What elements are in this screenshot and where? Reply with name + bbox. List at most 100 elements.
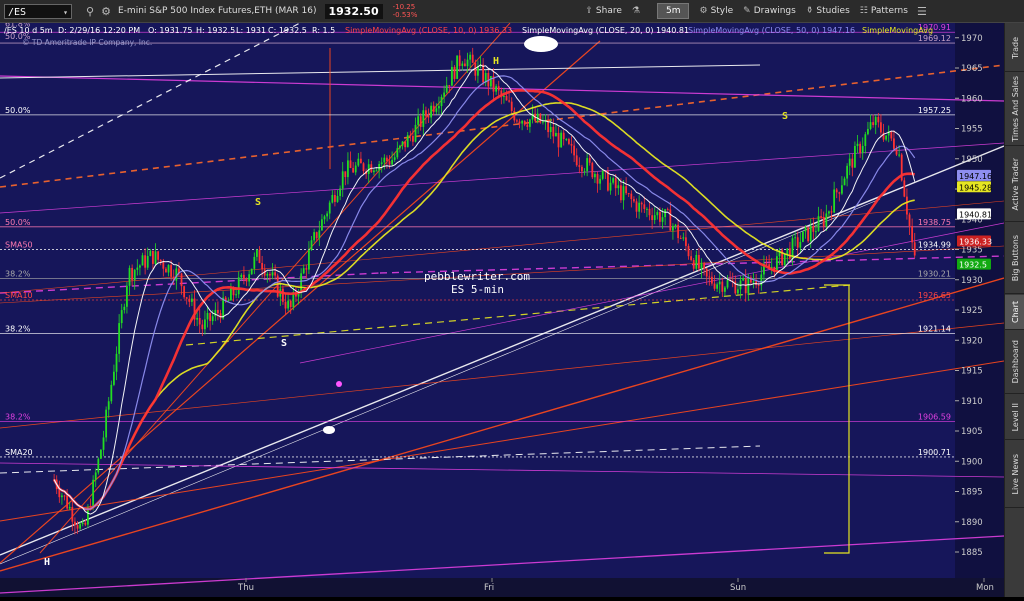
gear-icon[interactable]: ⚙ [98, 5, 114, 18]
candle-body [84, 522, 87, 525]
candle-body [274, 272, 277, 276]
sidebar-tab-trade[interactable]: Trade [1005, 25, 1024, 72]
candle-body [115, 353, 118, 372]
candle-body [635, 201, 638, 212]
candle-body [752, 281, 755, 283]
candle-body [867, 128, 869, 135]
chart-canvas[interactable]: 1970.911969.121957.251938.751934.991930.… [0, 20, 1005, 597]
menu-icon[interactable]: ☰ [914, 5, 930, 18]
candle-body [911, 225, 914, 243]
patterns-icon: ☷ [859, 6, 868, 16]
candle-body [565, 139, 568, 141]
candle-body [695, 254, 698, 269]
candle-body [838, 192, 841, 194]
candle-body [703, 262, 706, 269]
candle-body [617, 185, 620, 189]
candle-body [435, 108, 438, 112]
sidebar-tab-big-buttons[interactable]: Big Buttons [1005, 223, 1024, 294]
candle-body [622, 186, 625, 201]
share-button[interactable]: ⇪ Share [585, 6, 622, 16]
candle-body [698, 254, 700, 269]
candle-body [230, 288, 232, 301]
legend-sma20[interactable]: SimpleMovingAvg (CLOSE, 20, 0) 1940.81 [522, 26, 689, 35]
candle-body [864, 134, 867, 146]
chart-background [0, 23, 1004, 597]
price-level-label: 1921.14 [918, 324, 951, 333]
candle-body [638, 202, 641, 212]
instrument-description: E-mini S&P 500 Index Futures,ETH (MAR 16… [118, 6, 317, 16]
style-button[interactable]: ⚙ Style [699, 6, 733, 16]
candle-body [898, 154, 901, 156]
candle-body [843, 178, 846, 186]
candle-body [705, 268, 708, 277]
candle-body [380, 162, 383, 165]
y-tick-label: 1885 [961, 548, 983, 558]
candle-body [529, 119, 531, 127]
candle-body [724, 287, 726, 292]
pencil-icon: ✎ [743, 6, 751, 16]
drawings-button[interactable]: ✎ Drawings [743, 6, 796, 16]
sidebar-tab-dashboard[interactable]: Dashboard [1005, 331, 1024, 394]
candle-body [201, 324, 204, 330]
candle-body [893, 138, 895, 149]
candle-body [742, 278, 745, 281]
candle-body [456, 55, 459, 79]
sidebar-tab-label: Trade [1010, 37, 1020, 59]
patterns-label: Patterns [870, 6, 908, 16]
candle-body [669, 209, 672, 231]
chevron-down-icon[interactable]: ▾ [63, 5, 68, 20]
sidebar-tab-active-trader[interactable]: Active Trader [1005, 147, 1024, 222]
sidebar-tab-live-news[interactable]: Live News [1005, 441, 1024, 508]
candle-body [321, 219, 323, 231]
candle-body [401, 141, 404, 146]
candle-body [107, 401, 110, 410]
link-icon[interactable]: ⚲ [82, 5, 98, 18]
candle-body [302, 268, 305, 274]
candle-body [755, 281, 758, 285]
beaker-icon: ⚗ [631, 6, 640, 16]
legend-sma-yellow[interactable]: SimpleMovingAvg [862, 26, 933, 35]
y-tick-label: 1915 [961, 367, 983, 377]
candle-body [716, 284, 719, 289]
legend-sma50[interactable]: SimpleMovingAvg (CLOSE, 50, 0) 1947.16 [688, 26, 855, 35]
sidebar-tab-level-ii[interactable]: Level II [1005, 395, 1024, 440]
candle-body [820, 216, 823, 218]
y-tick-label: 1900 [961, 457, 983, 467]
sidebar-tab-times-and-sales[interactable]: Times And Sales [1005, 73, 1024, 146]
candle-body [596, 173, 599, 184]
symbol-selector[interactable]: /ES ▾ [4, 3, 72, 20]
quote-strip: E-mini S&P 500 Index Futures,ETH (MAR 16… [118, 3, 417, 19]
beaker-button[interactable]: ⚗ [632, 6, 643, 16]
candle-body [848, 158, 851, 166]
patterns-button[interactable]: ☷ Patterns [860, 6, 908, 16]
candle-body [713, 283, 716, 289]
candle-body [570, 143, 573, 146]
candle-body [885, 135, 888, 140]
candle-body [360, 158, 362, 164]
price-chart[interactable]: 1970.91 1969.12 1957.25 1938.75 1934.99 1930.… [0, 20, 1005, 597]
head-label-top: H [493, 56, 499, 67]
candle-body [443, 92, 446, 97]
candle-body [664, 209, 667, 218]
info-symbol: /ES 10 d 5m [4, 26, 53, 35]
studies-button[interactable]: ⚱ Studies [806, 6, 850, 16]
candle-body [110, 384, 113, 402]
x-tick-label: Sun [730, 583, 746, 593]
candle-body [815, 231, 817, 233]
candle-body [157, 251, 160, 260]
candle-body [373, 170, 375, 173]
price-level-label: 1969.12 [918, 34, 951, 43]
candle-body [856, 143, 859, 147]
candle-body [661, 217, 664, 222]
candle-body [409, 135, 412, 137]
candle-body [334, 194, 336, 202]
candle-body [633, 199, 635, 202]
candle-body [245, 278, 248, 282]
candle-body [578, 165, 581, 167]
candle-body [721, 281, 724, 292]
candle-body [874, 116, 877, 126]
interval-selector[interactable]: 5m [656, 3, 690, 19]
legend-sma10[interactable]: SimpleMovingAvg (CLOSE, 10, 0) 1936.33 [345, 26, 512, 35]
sidebar-tab-chart[interactable]: Chart [1005, 295, 1024, 330]
candle-body [518, 121, 521, 124]
